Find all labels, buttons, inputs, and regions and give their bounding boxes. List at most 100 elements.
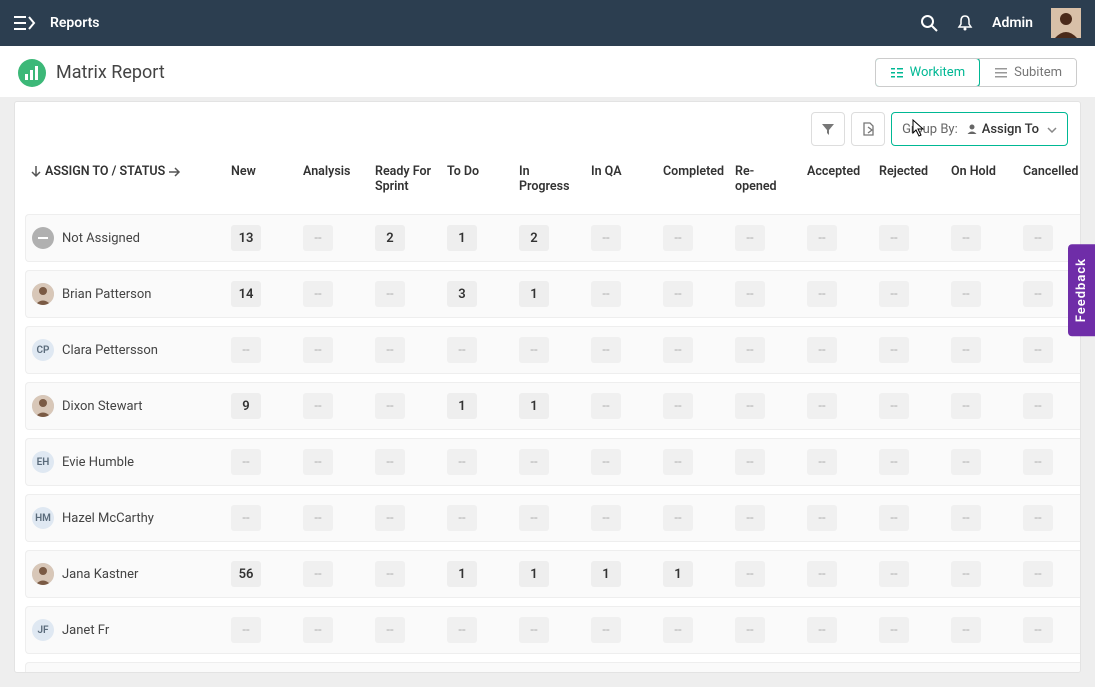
username-label[interactable]: Admin	[992, 15, 1033, 31]
row-avatar	[32, 563, 54, 585]
matrix-cell: --	[807, 617, 837, 643]
table-row: CPClara Pettersson----------------------…	[25, 326, 1081, 374]
column-header[interactable]: On Hold	[945, 158, 1017, 206]
column-header[interactable]: To Do	[441, 158, 513, 206]
tab-workitem[interactable]: Workitem	[875, 58, 980, 87]
matrix-cell[interactable]: 2	[375, 225, 405, 251]
matrix-cell: --	[951, 617, 981, 643]
menu-toggle-icon[interactable]	[14, 15, 36, 31]
row-label-text[interactable]: Clara Pettersson	[62, 343, 158, 358]
matrix-cell[interactable]: 14	[231, 281, 261, 307]
matrix-cell[interactable]: 9	[231, 393, 261, 419]
matrix-cell: --	[879, 617, 909, 643]
column-header[interactable]: Completed	[657, 158, 729, 206]
matrix-cell[interactable]: 13	[231, 225, 261, 251]
matrix-cell[interactable]: 1	[447, 393, 477, 419]
matrix-cell[interactable]: 1	[447, 561, 477, 587]
matrix-cell: --	[735, 505, 765, 531]
matrix-cell: --	[879, 449, 909, 475]
column-header[interactable]: Cancelled	[1017, 158, 1081, 206]
matrix-cell: --	[735, 225, 765, 251]
matrix-cell[interactable]: 1	[447, 225, 477, 251]
row-label-text[interactable]: Dixon Stewart	[62, 399, 143, 414]
column-header[interactable]: Analysis	[297, 158, 369, 206]
matrix-cell: --	[807, 449, 837, 475]
matrix-cell: --	[303, 281, 333, 307]
row-label-text[interactable]: Janet Fr	[62, 623, 109, 638]
column-header[interactable]: Ready For Sprint	[369, 158, 441, 206]
matrix-cell: --	[663, 617, 693, 643]
matrix-cell: --	[663, 393, 693, 419]
matrix-cell[interactable]: 1	[519, 561, 549, 587]
matrix-table: ASSIGN TO / STATUS NewAnalysisReady For …	[15, 150, 1081, 673]
bell-icon[interactable]	[956, 14, 974, 32]
matrix-cell: --	[951, 225, 981, 251]
column-header[interactable]: Re-opened	[729, 158, 801, 206]
groupby-dropdown[interactable]: Group By: Assign To	[891, 112, 1068, 146]
matrix-cell: --	[735, 337, 765, 363]
groupby-label: Group By:	[902, 122, 958, 137]
matrix-cell: --	[807, 225, 837, 251]
matrix-cell[interactable]: 1	[519, 393, 549, 419]
matrix-cell: --	[879, 281, 909, 307]
column-header[interactable]: In Progress	[513, 158, 585, 206]
feedback-tab[interactable]: Feedback	[1068, 244, 1095, 336]
matrix-cell[interactable]: 3	[447, 281, 477, 307]
matrix-cell: --	[303, 561, 333, 587]
matrix-cell: --	[807, 393, 837, 419]
matrix-cell[interactable]: 1	[663, 561, 693, 587]
row-label-text[interactable]: Jana Kastner	[62, 567, 138, 582]
column-header[interactable]: Rejected	[873, 158, 945, 206]
matrix-axis-label: ASSIGN TO / STATUS	[31, 164, 219, 179]
row-avatar	[32, 395, 54, 417]
matrix-cell: --	[231, 617, 261, 643]
search-icon[interactable]	[920, 14, 938, 32]
table-row: JFJanet Fr------------------------	[25, 606, 1081, 654]
matrix-cell: --	[951, 561, 981, 587]
column-header[interactable]: In QA	[585, 158, 657, 206]
row-label-text[interactable]: Evie Humble	[62, 455, 134, 470]
row-avatar: CP	[32, 339, 54, 361]
row-avatar: JF	[32, 619, 54, 641]
page-header: Matrix Report Workitem Subitem	[0, 46, 1095, 97]
sort-down-icon	[31, 166, 41, 178]
matrix-cell[interactable]: 2	[519, 225, 549, 251]
matrix-cell: --	[879, 393, 909, 419]
matrix-cell: --	[951, 505, 981, 531]
matrix-cell: --	[591, 281, 621, 307]
chevron-down-icon	[1047, 122, 1057, 137]
matrix-cell: --	[591, 393, 621, 419]
matrix-cell: --	[807, 337, 837, 363]
matrix-cell: --	[303, 505, 333, 531]
matrix-cell[interactable]: 1	[519, 281, 549, 307]
tab-workitem-label: Workitem	[910, 65, 965, 80]
column-header[interactable]: Accepted	[801, 158, 873, 206]
matrix-cell: --	[951, 449, 981, 475]
matrix-cell: --	[375, 337, 405, 363]
user-avatar[interactable]	[1051, 8, 1081, 38]
matrix-cell: --	[231, 449, 261, 475]
row-label-text[interactable]: Brian Patterson	[62, 287, 151, 302]
tab-subitem[interactable]: Subitem	[979, 59, 1076, 86]
matrix-cell: --	[591, 505, 621, 531]
row-label-text[interactable]: Not Assigned	[62, 231, 140, 246]
nav-label[interactable]: Reports	[50, 15, 100, 31]
matrix-cell: --	[807, 561, 837, 587]
matrix-cell: --	[951, 337, 981, 363]
column-header[interactable]: New	[225, 158, 297, 206]
arrow-right-icon	[169, 167, 181, 177]
table-row: JMJohn Martin------------------------	[25, 662, 1081, 673]
filter-button[interactable]	[811, 112, 845, 146]
matrix-cell[interactable]: 56	[231, 561, 261, 587]
matrix-cell: --	[1023, 617, 1053, 643]
row-avatar: EH	[32, 451, 54, 473]
matrix-cell: --	[735, 617, 765, 643]
export-button[interactable]	[851, 112, 885, 146]
matrix-cell: --	[1023, 561, 1053, 587]
row-label-text[interactable]: Hazel McCarthy	[62, 511, 154, 526]
matrix-cell: --	[1023, 505, 1053, 531]
matrix-cell[interactable]: 1	[591, 561, 621, 587]
matrix-cell: --	[951, 393, 981, 419]
person-icon	[966, 123, 978, 135]
matrix-cell: --	[375, 281, 405, 307]
